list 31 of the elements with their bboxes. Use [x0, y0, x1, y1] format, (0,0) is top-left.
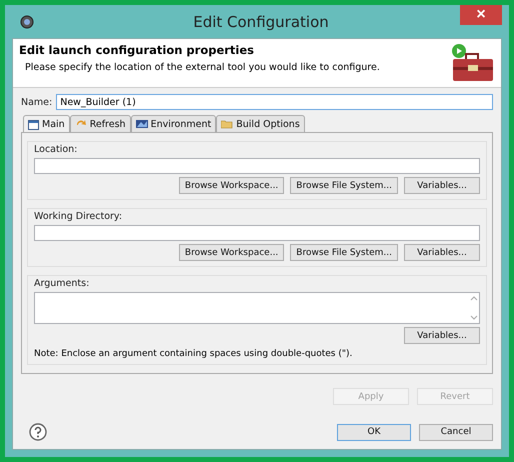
browse-button[interactable]: Variables...	[404, 244, 480, 261]
environment-icon	[136, 119, 148, 129]
tab[interactable]: Refresh	[70, 115, 131, 133]
browse-button[interactable]: Variables...	[404, 177, 480, 194]
toolbox-icon	[449, 43, 495, 83]
arguments-field[interactable]	[34, 292, 480, 324]
tab[interactable]: Main	[23, 115, 70, 133]
group-label: Location:	[34, 144, 78, 155]
window-title: Edit Configuration	[192, 12, 330, 30]
browse-button[interactable]: Browse File System...	[290, 177, 398, 194]
group-label: Working Directory:	[34, 211, 124, 222]
group-label: Arguments:	[34, 278, 90, 289]
browse-button[interactable]: Browse Workspace...	[178, 244, 284, 261]
path-field[interactable]	[34, 158, 480, 174]
tab[interactable]: Build Options	[216, 115, 305, 133]
help-icon[interactable]	[29, 423, 47, 441]
folder-icon	[221, 119, 234, 129]
header-title: Edit launch configuration properties	[19, 43, 256, 57]
browse-button[interactable]: Browse Workspace...	[178, 177, 284, 194]
name-field[interactable]: New_Builder (1)	[56, 94, 493, 110]
name-label: Name:	[21, 96, 52, 108]
tab[interactable]: Environment	[130, 115, 216, 133]
close-button[interactable]: ×	[460, 5, 502, 25]
note-text: Note: Enclose an argument containing spaces using double-quotes (").	[34, 349, 354, 359]
dialog-button[interactable]: Cancel	[419, 424, 493, 440]
dialog-button[interactable]: OK	[337, 424, 411, 440]
window-icon	[28, 120, 39, 130]
browse-button[interactable]: Browse File System...	[290, 244, 398, 261]
header-message: Please specify the location of the external tool you would like to configure.	[24, 62, 381, 73]
browse-button[interactable]: Variables...	[404, 327, 480, 344]
path-field[interactable]	[34, 225, 480, 241]
